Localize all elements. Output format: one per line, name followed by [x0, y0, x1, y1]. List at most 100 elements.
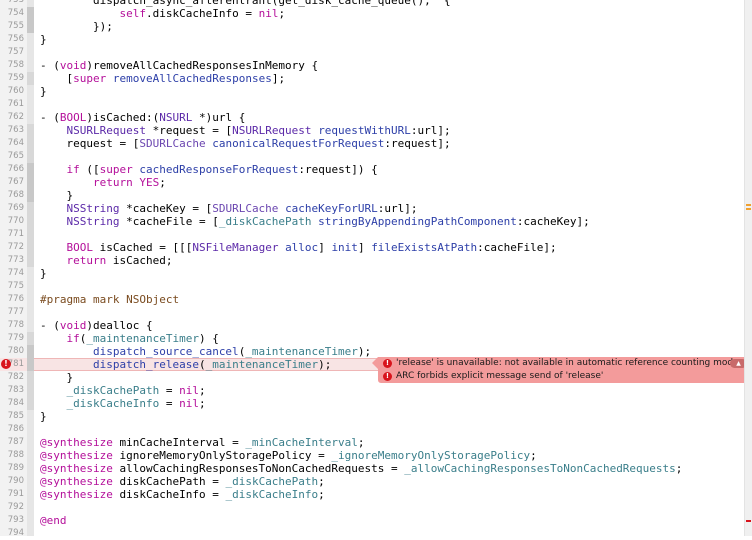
- line-number[interactable]: 780: [0, 345, 24, 358]
- code-line[interactable]: 779 if(_maintenanceTimer) {: [0, 332, 745, 345]
- code-line[interactable]: 753 dispatch_async_afterentrant(get_disk…: [0, 0, 745, 7]
- code-line[interactable]: 776 #pragma mark NSObject: [0, 293, 745, 306]
- line-number[interactable]: 782: [0, 371, 24, 384]
- warning-marker[interactable]: [746, 208, 751, 210]
- line-number[interactable]: 770: [0, 215, 24, 228]
- line-number[interactable]: 775: [0, 280, 24, 293]
- line-number[interactable]: 794: [0, 527, 24, 540]
- fold-indicator[interactable]: [27, 254, 34, 267]
- fold-indicator[interactable]: [27, 137, 34, 150]
- fold-indicator[interactable]: [27, 215, 34, 228]
- line-number[interactable]: 766: [0, 163, 24, 176]
- code-line[interactable]: 785}: [0, 410, 745, 423]
- code-line[interactable]: 787 @synthesize minCacheInterval = _minCa…: [0, 436, 745, 449]
- code-line[interactable]: 783 _diskCachePath = nil;: [0, 384, 745, 397]
- line-number[interactable]: 790: [0, 475, 24, 488]
- line-number[interactable]: 757: [0, 46, 24, 59]
- line-number[interactable]: 754: [0, 7, 24, 20]
- code-line[interactable]: 773 return isCached;: [0, 254, 745, 267]
- code-line[interactable]: 767 return YES;: [0, 176, 745, 189]
- code-line[interactable]: 756}: [0, 33, 745, 46]
- fold-indicator[interactable]: [27, 20, 34, 33]
- code-line[interactable]: 771: [0, 228, 745, 241]
- line-number[interactable]: 769: [0, 202, 24, 215]
- fold-indicator[interactable]: [27, 397, 34, 410]
- code-line[interactable]: 788 @synthesize ignoreMemoryOnlyStoragePo…: [0, 449, 745, 462]
- code-line[interactable]: 763 NSURLRequest *request = [NSURLReques…: [0, 124, 745, 137]
- line-number[interactable]: 753: [0, 0, 24, 7]
- line-number[interactable]: 763: [0, 124, 24, 137]
- fold-indicator[interactable]: [27, 72, 34, 85]
- line-number[interactable]: 788: [0, 449, 24, 462]
- code-line[interactable]: 754 self.diskCacheInfo = nil;: [0, 7, 745, 20]
- line-number[interactable]: 779: [0, 332, 24, 345]
- code-line[interactable]: 770 NSString *cacheFile = [_diskCachePat…: [0, 215, 745, 228]
- line-number[interactable]: 755: [0, 20, 24, 33]
- error-marker[interactable]: [746, 520, 751, 522]
- source-editor[interactable]: 753 dispatch_async_afterentrant(get_disk…: [0, 0, 745, 540]
- fold-indicator[interactable]: [27, 176, 34, 189]
- fold-indicator[interactable]: [27, 163, 34, 176]
- line-number[interactable]: 787: [0, 436, 24, 449]
- line-number[interactable]: 793: [0, 514, 24, 527]
- warning-marker[interactable]: [746, 204, 751, 206]
- issue-row[interactable]: ! ARC forbids explicit message send of '…: [378, 370, 751, 383]
- line-number[interactable]: 756: [0, 33, 24, 46]
- code-line[interactable]: 784 _diskCacheInfo = nil;: [0, 397, 745, 410]
- code-line[interactable]: 769 NSString *cacheKey = [SDURLCache cac…: [0, 202, 745, 215]
- line-number[interactable]: 760: [0, 85, 24, 98]
- fold-indicator[interactable]: [27, 189, 34, 202]
- code-line[interactable]: 766 if ([super cachedResponseForRequest:…: [0, 163, 745, 176]
- fold-indicator[interactable]: [27, 241, 34, 254]
- code-line[interactable]: 764 request = [SDURLCache canonicalReque…: [0, 137, 745, 150]
- code-line[interactable]: 777: [0, 306, 745, 319]
- line-number[interactable]: 777: [0, 306, 24, 319]
- code-line[interactable]: 789 @synthesize allowCachingResponsesToNo…: [0, 462, 745, 475]
- code-line[interactable]: 762 - (BOOL)isCached:(NSURL *)url {: [0, 111, 745, 124]
- line-number[interactable]: 759: [0, 72, 24, 85]
- code-line[interactable]: 772 BOOL isCached = [[[NSFileManager all…: [0, 241, 745, 254]
- fold-indicator[interactable]: [27, 124, 34, 137]
- code-line[interactable]: 792: [0, 501, 745, 514]
- code-line[interactable]: 793 @end: [0, 514, 745, 527]
- code-line[interactable]: 761: [0, 98, 745, 111]
- fold-indicator[interactable]: [27, 7, 34, 20]
- error-icon[interactable]: !: [1, 359, 11, 369]
- line-number[interactable]: 776: [0, 293, 24, 306]
- line-number[interactable]: 785: [0, 410, 24, 423]
- line-number[interactable]: 774: [0, 267, 24, 280]
- line-number[interactable]: 773: [0, 254, 24, 267]
- code-line[interactable]: 778 - (void)dealloc {: [0, 319, 745, 332]
- fold-indicator[interactable]: [27, 332, 34, 345]
- line-number[interactable]: 764: [0, 137, 24, 150]
- line-number[interactable]: 767: [0, 176, 24, 189]
- line-number[interactable]: 791: [0, 488, 24, 501]
- fold-indicator[interactable]: [27, 228, 34, 241]
- line-number[interactable]: 772: [0, 241, 24, 254]
- fold-indicator[interactable]: [27, 345, 34, 358]
- fold-indicator[interactable]: [27, 202, 34, 215]
- code-line[interactable]: 790 @synthesize diskCachePath = _diskCach…: [0, 475, 745, 488]
- code-line[interactable]: 758 - (void)removeAllCachedResponsesInMem…: [0, 59, 745, 72]
- line-number[interactable]: 761: [0, 98, 24, 111]
- line-number[interactable]: 786: [0, 423, 24, 436]
- fold-indicator[interactable]: [27, 150, 34, 163]
- issue-row[interactable]: ! 'release' is unavailable: not availabl…: [378, 357, 751, 370]
- code-line[interactable]: 794: [0, 527, 745, 540]
- line-number[interactable]: 762: [0, 111, 24, 124]
- fold-indicator[interactable]: [27, 358, 34, 371]
- fold-indicator[interactable]: [27, 371, 34, 384]
- code-line[interactable]: 757: [0, 46, 745, 59]
- line-number[interactable]: 765: [0, 150, 24, 163]
- code-line[interactable]: 791 @synthesize diskCacheInfo = _diskCach…: [0, 488, 745, 501]
- code-line[interactable]: 765: [0, 150, 745, 163]
- line-number[interactable]: 792: [0, 501, 24, 514]
- code-line[interactable]: 755 });: [0, 20, 745, 33]
- line-number[interactable]: 784: [0, 397, 24, 410]
- code-line[interactable]: 775: [0, 280, 745, 293]
- code-line[interactable]: 786: [0, 423, 745, 436]
- fold-indicator[interactable]: [27, 384, 34, 397]
- line-number[interactable]: 771: [0, 228, 24, 241]
- line-number[interactable]: 789: [0, 462, 24, 475]
- code-line[interactable]: 768 }: [0, 189, 745, 202]
